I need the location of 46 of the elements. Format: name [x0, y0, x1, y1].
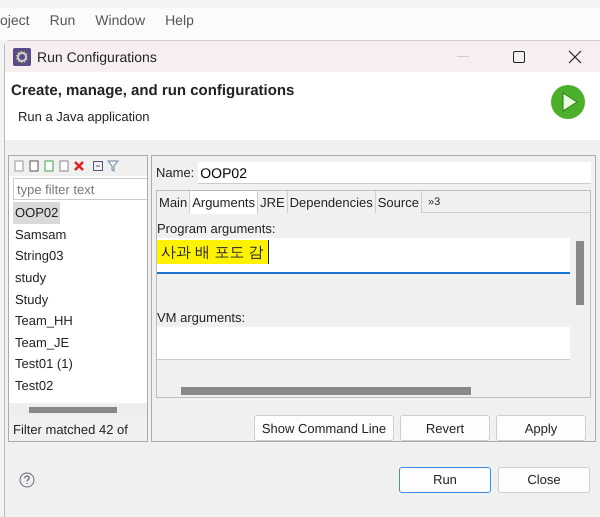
tab[interactable]: Dependencies	[288, 191, 376, 213]
vm-arguments-field[interactable]	[157, 327, 570, 360]
menu-item[interactable]: oject	[0, 12, 30, 30]
configuration-item[interactable]: Samsam	[13, 224, 68, 246]
play-icon	[550, 84, 586, 120]
name-label: Name:	[156, 164, 194, 182]
configuration-item[interactable]: Study	[13, 288, 50, 310]
dialog-button[interactable]: Apply	[496, 415, 586, 441]
menu-item[interactable]: Help	[165, 12, 194, 30]
program-arguments-field[interactable]: 사과 배 포도 감	[157, 238, 570, 274]
dialog-heading: Create, manage, and run configurations	[11, 82, 296, 99]
more-tabs[interactable]: »3	[422, 196, 446, 208]
scrollbar-thumb[interactable]	[576, 241, 584, 305]
configuration-item[interactable]: Team_JE	[13, 332, 72, 354]
dialog-button[interactable]: Show Command Line	[254, 415, 394, 441]
program-arguments-label: Program arguments:	[157, 221, 276, 238]
name-field[interactable]: OOP02	[198, 162, 591, 184]
scrollbar-thumb[interactable]	[29, 407, 117, 413]
close-icon[interactable]	[568, 50, 582, 64]
configuration-item[interactable]: study	[13, 266, 48, 288]
tab[interactable]: JRE	[258, 191, 288, 213]
configuration-item[interactable]: Team_HH	[13, 310, 75, 332]
delete-icon[interactable]	[73, 160, 85, 172]
menu-item[interactable]: Window	[95, 12, 146, 30]
tab[interactable]: Main	[157, 191, 190, 213]
dialog-button[interactable]: Revert	[400, 415, 490, 441]
dialog-button[interactable]: Run	[399, 466, 491, 492]
filter-status: Filter matched 42 of	[13, 422, 128, 436]
configuration-item[interactable]: Test02	[13, 374, 56, 396]
configuration-item[interactable]: OOP02	[13, 202, 60, 224]
collapse-icon[interactable]	[92, 160, 104, 172]
configuration-item[interactable]: Test01 (1)	[13, 353, 75, 375]
maximize-icon[interactable]	[513, 50, 525, 62]
scrollbar-thumb[interactable]	[181, 387, 471, 395]
window-title: Run Configurations	[37, 48, 158, 64]
dialog-subtitle: Run a Java application	[18, 109, 151, 124]
filter-field[interactable]: type filter text	[13, 178, 147, 200]
help-icon[interactable]	[19, 472, 35, 488]
dialog-button[interactable]: Close	[498, 466, 590, 492]
vm-arguments-label: VM arguments:	[157, 310, 246, 327]
tab[interactable]: Source	[376, 191, 422, 213]
filter-icon[interactable]	[107, 160, 119, 172]
configuration-item[interactable]: String03	[13, 245, 66, 267]
tab[interactable]: Arguments	[190, 191, 258, 214]
gear-icon	[13, 48, 31, 66]
menu-item[interactable]: Run	[50, 12, 76, 30]
